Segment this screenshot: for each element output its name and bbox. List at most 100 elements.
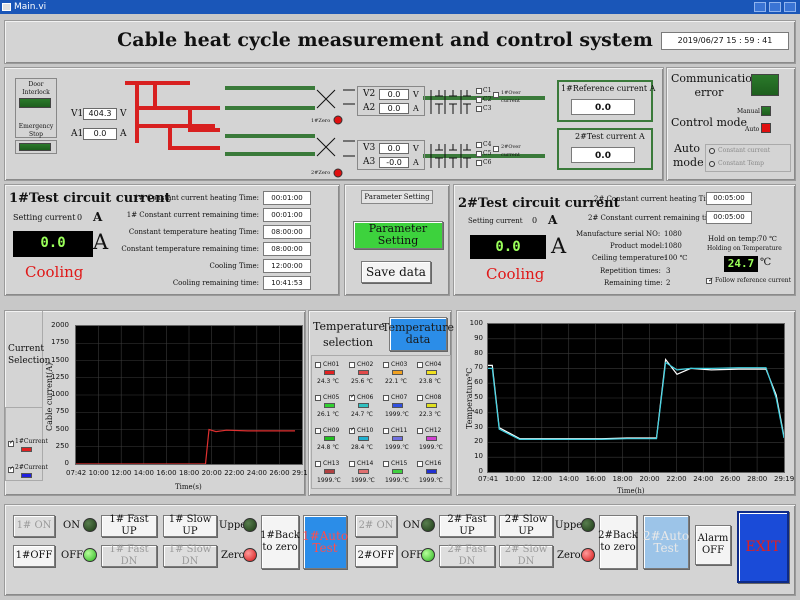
slow-dn1-button[interactable]: 1# Slow DN [163,544,217,567]
x-tick-label: 14:00 [133,469,154,477]
window-titlebar: Main.vi [0,0,800,14]
channel-checkbox[interactable] [417,362,423,368]
serial-label: Manufacture serial NO: [576,230,661,238]
off2-label: OFF [401,550,424,561]
channel-name: CH01 [323,361,340,368]
contactor-symbols [430,90,471,168]
channel-checkbox[interactable] [417,461,423,467]
temp-chart-ylabel: Temperature℃ [465,367,474,429]
x-tick-label: 24:00 [693,475,714,483]
y-tick-label: 20 [474,437,483,446]
slow-up2-button[interactable]: 2# Slow UP [499,514,553,537]
channel-checkbox[interactable] [315,428,321,434]
channel-checkbox[interactable] [349,461,355,467]
y-tick-label: 80 [474,348,483,357]
fast-dn1-button[interactable]: 1# Fast DN [101,544,157,567]
fast-up1-button[interactable]: 1# Fast UP [101,514,157,537]
const-temp-radio[interactable] [709,161,715,167]
control-mode-label: Control mode [671,116,748,129]
channel-checkbox[interactable] [349,362,355,368]
auto-test2-button[interactable]: 2#Auto Test [643,515,689,569]
channel-color-swatch [358,370,369,375]
x-tick-label: 18:00 [179,469,200,477]
c3-checkbox[interactable] [476,106,482,112]
channel-name: CH13 [323,460,340,467]
circuit1-row-value: 12:00:00 [263,259,311,273]
y-tick-label: 70 [474,363,483,372]
c4-label: C4 [483,141,492,148]
c5-checkbox[interactable] [476,151,482,157]
c1-checkbox[interactable] [476,88,482,94]
parameter-setting-button[interactable]: Parameter Setting [353,221,443,249]
channel-checkbox[interactable] [383,428,389,434]
auto-test1-button[interactable]: 1#Auto Test [302,515,348,569]
a3-label: A3 [363,157,376,167]
control-bar: 1# ON ON 1# Fast UP 1# Slow UP Upper 1#B… [4,504,796,596]
legend2-checkmark: ✓ [9,465,15,472]
header-panel: Cable heat cycle measurement and control… [4,20,796,64]
circuit1-current-unit: A [93,230,109,254]
channel-color-swatch [392,436,403,441]
channel-value: 1999.℃ [317,477,341,484]
a2-label: A2 [363,103,376,113]
back-to-zero2-button[interactable]: 2#Back to zero [598,515,638,569]
maximize-button[interactable] [769,2,781,12]
window-controls [754,2,796,12]
channel-checkbox[interactable] [383,362,389,368]
c4-checkbox[interactable] [476,142,482,148]
channel-name: CH04 [425,361,442,368]
c6-checkbox[interactable] [476,160,482,166]
x-tick-label: 22:00 [666,475,687,483]
slow-up1-button[interactable]: 1# Slow UP [163,514,217,537]
on2-led [421,518,435,532]
ref-current-label: 1#Reference current A [561,84,656,93]
auto-toggle[interactable] [761,123,771,133]
channel-checkbox[interactable] [315,395,321,401]
comm-panel: Communication error Control mode Manual … [666,67,796,181]
y-tick-label: 0 [64,459,69,467]
circuit1-row-value: 10:41:53 [263,276,311,290]
channel-checkbox[interactable] [315,362,321,368]
alarm-off-button[interactable]: Alarm OFF [695,525,731,565]
minimize-button[interactable] [754,2,766,12]
off2-button[interactable]: 2#OFF [355,545,397,567]
off1-label: OFF [61,550,84,561]
exit-button[interactable]: EXIT [737,511,789,583]
circuit1-row-value: 08:00:00 [263,242,311,256]
y-tick-label: 1000 [51,390,69,398]
c1-label: C1 [483,87,492,94]
over2-checkbox[interactable] [493,146,499,152]
fast-dn2-button[interactable]: 2# Fast DN [439,544,495,567]
close-button[interactable] [784,2,796,12]
channel-name: CH09 [323,427,340,434]
over1-checkbox[interactable] [493,92,499,98]
save-data-button[interactable]: Save data [361,261,431,283]
back-to-zero1-button[interactable]: 1#Back to zero [260,515,300,569]
ceiling-label: Ceiling temperature: [592,254,667,262]
y-tick-label: 100 [469,319,483,327]
channel-name: CH11 [391,427,408,434]
channel-checkbox[interactable] [417,395,423,401]
circuit2-setting-unit: A [548,213,558,227]
off1-button[interactable]: 1#OFF [13,545,55,567]
manual-toggle[interactable] [761,106,771,116]
channel-name: CH08 [425,394,442,401]
on2-button[interactable]: 2# ON [355,515,397,537]
channel-checkbox[interactable] [383,395,389,401]
channel-checkbox[interactable] [383,461,389,467]
y-tick-label: 2000 [51,321,69,329]
repetition-label: Repetition times: [600,267,661,275]
const-current-radio[interactable] [709,148,715,154]
on1-button[interactable]: 1# ON [13,515,55,537]
temperature-data-button[interactable]: Temperature data [382,317,454,351]
channel-checkbox[interactable] [315,461,321,467]
channel-color-swatch [392,403,403,408]
fast-up2-button[interactable]: 2# Fast UP [439,514,495,537]
channel-value: 1999.℃ [385,444,409,451]
c2-checkbox[interactable] [476,97,482,103]
channel-value: 1999.℃ [419,477,443,484]
channel-checkbox[interactable] [417,428,423,434]
current-chart-xlabel: Time(s) [175,483,202,491]
model-label: Product model: [610,242,665,250]
slow-dn2-button[interactable]: 2# Slow DN [499,544,553,567]
